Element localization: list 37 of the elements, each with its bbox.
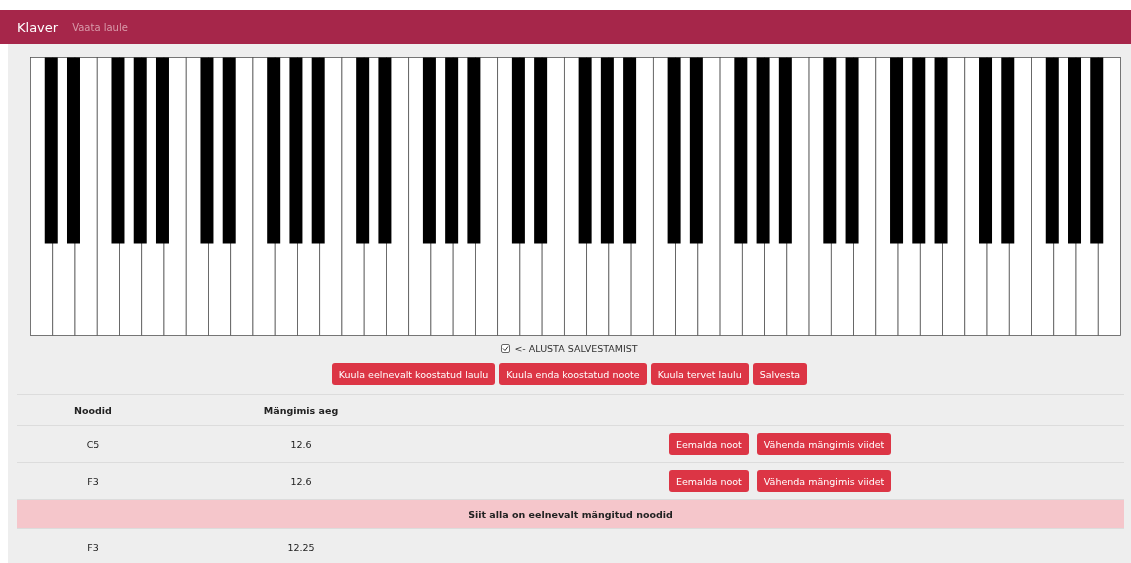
remove-note-button[interactable]: Eemalda noot xyxy=(669,470,749,492)
piano-key[interactable] xyxy=(1001,57,1015,244)
piano-key[interactable] xyxy=(378,57,392,244)
reduce-delay-button[interactable]: Vähenda mängimis viidet xyxy=(756,433,892,455)
table-cell-text: 12.6 xyxy=(289,438,313,450)
table-cell-text: 12.6 xyxy=(289,475,313,487)
table-cell-text: 12.25 xyxy=(286,541,316,553)
piano-key[interactable] xyxy=(890,57,904,244)
table-cell-text: C5 xyxy=(85,438,101,450)
piano-key[interactable] xyxy=(734,57,748,244)
separator-text: Siit alla on eelnevalt mängitud noodid xyxy=(468,508,673,520)
record-label: <- ALUSTA SALVESTAMIST xyxy=(514,342,638,354)
piano-key[interactable] xyxy=(445,57,459,244)
piano-key[interactable] xyxy=(1090,57,1104,244)
piano-key[interactable] xyxy=(356,57,370,244)
piano-key[interactable] xyxy=(289,57,303,244)
piano-key[interactable] xyxy=(534,57,548,244)
reduce-delay-button[interactable]: Vähenda mängimis viidet xyxy=(756,470,892,492)
piano-key[interactable] xyxy=(200,57,214,244)
remove-note-button[interactable]: Eemalda noot xyxy=(669,433,749,455)
nav-link[interactable]: Vaata laule xyxy=(72,21,128,33)
table-cell-text: F3 xyxy=(86,541,100,553)
brand[interactable]: Klaver xyxy=(17,19,59,35)
column-header: Mängimis aeg xyxy=(262,404,340,416)
action-button[interactable]: Kuula eelnevalt koostatud laulu xyxy=(331,363,496,385)
record-checkbox[interactable] xyxy=(501,343,511,353)
piano-key[interactable] xyxy=(823,57,837,244)
action-button[interactable]: Salvesta xyxy=(752,363,808,385)
piano-key[interactable] xyxy=(979,57,993,244)
piano-key[interactable] xyxy=(623,57,637,244)
table-cell-text: F3 xyxy=(86,475,100,487)
action-button[interactable]: Kuula enda koostatud noote xyxy=(499,363,647,385)
column-header: Noodid xyxy=(73,404,113,416)
piano-key[interactable] xyxy=(912,57,926,244)
piano-key[interactable] xyxy=(267,57,281,244)
action-button[interactable]: Kuula tervet laulu xyxy=(650,363,749,385)
piano-key[interactable] xyxy=(467,57,481,244)
